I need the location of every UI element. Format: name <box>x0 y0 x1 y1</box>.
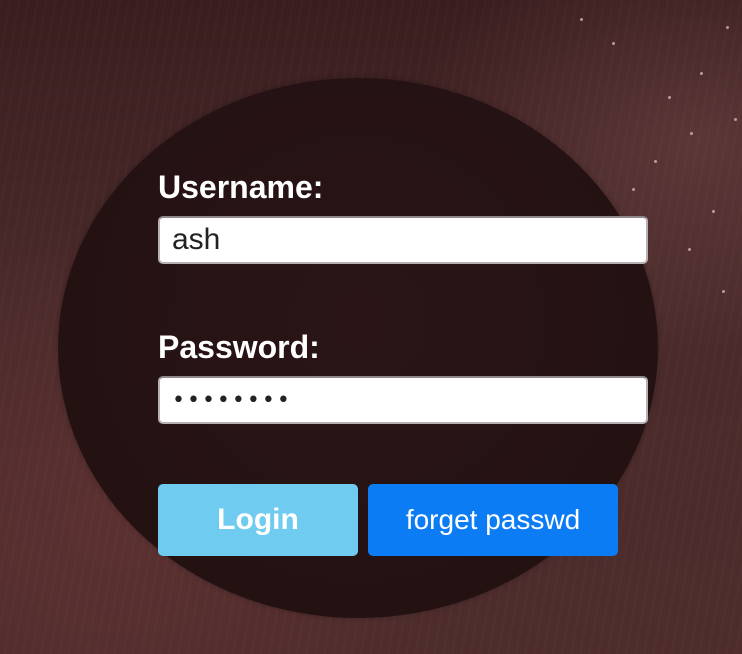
login-form: Username: Password: Login forget passwd <box>158 168 648 556</box>
form-buttons: Login forget passwd <box>158 484 648 556</box>
forget-password-button[interactable]: forget passwd <box>368 484 618 556</box>
username-input[interactable] <box>158 216 648 264</box>
password-input[interactable] <box>158 376 648 424</box>
login-button[interactable]: Login <box>158 484 358 556</box>
password-label: Password: <box>158 329 320 365</box>
username-label: Username: <box>158 169 324 205</box>
